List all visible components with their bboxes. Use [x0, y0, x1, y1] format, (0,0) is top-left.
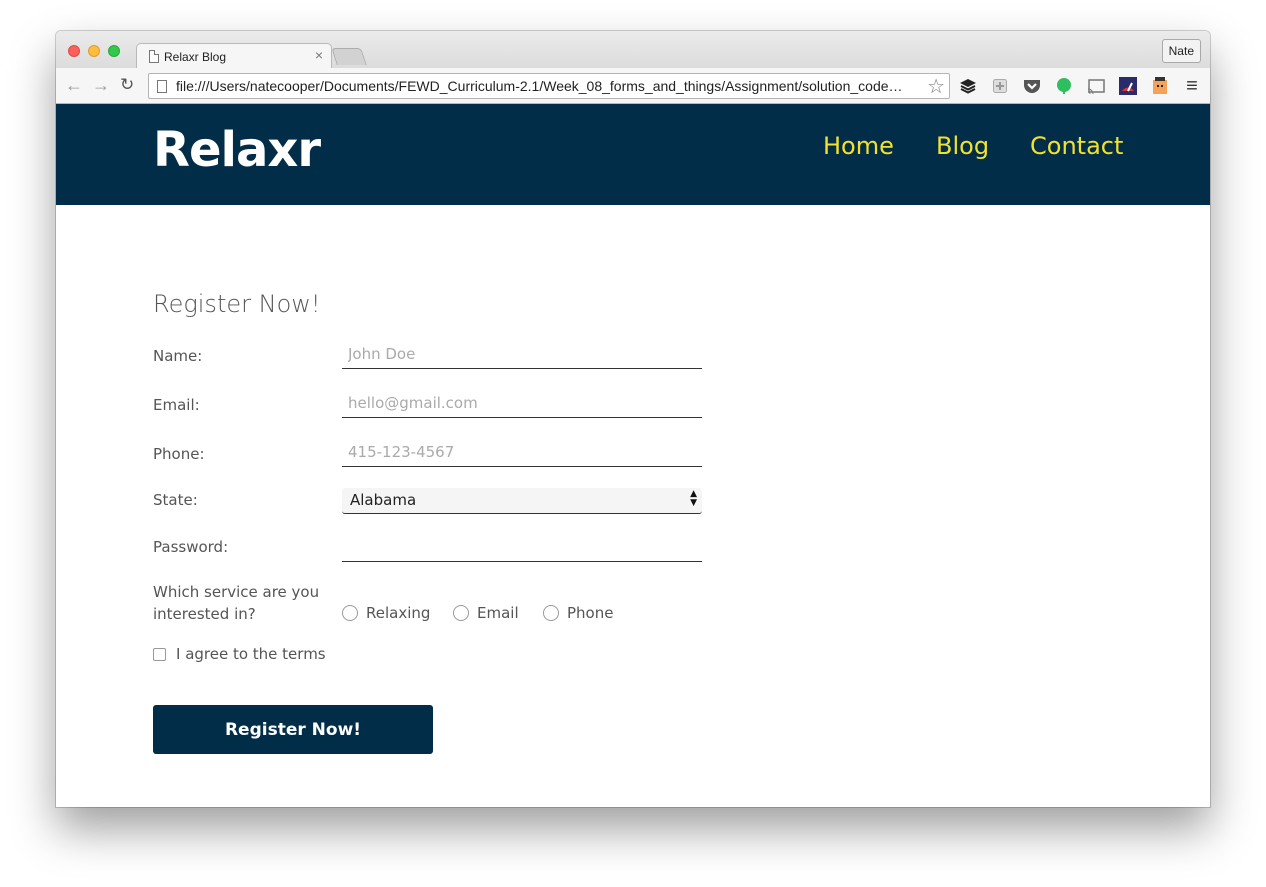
email-input[interactable] — [342, 388, 702, 418]
browser-toolbar: ← → ↻ file:///Users/natecooper/Documents… — [56, 68, 1210, 104]
phone-input[interactable] — [342, 437, 702, 467]
nav-contact-link[interactable]: Contact — [1030, 132, 1123, 160]
window-close-button[interactable] — [68, 45, 80, 57]
site-header: Relaxr Home Blog Contact — [56, 104, 1210, 205]
radio-phone-label: Phone — [567, 604, 614, 622]
tab-close-icon[interactable]: × — [315, 47, 323, 63]
tab-title: Relaxr Blog — [164, 50, 227, 64]
radio-relaxing[interactable]: Relaxing — [342, 604, 430, 622]
nav-home-link[interactable]: Home — [823, 132, 894, 160]
address-url[interactable]: file:///Users/natecooper/Documents/FEWD_… — [176, 78, 922, 94]
site-logo[interactable]: Relaxr — [153, 122, 321, 178]
radio-circle-icon[interactable] — [453, 605, 469, 621]
buffer-extension-icon[interactable] — [958, 76, 978, 96]
name-input[interactable] — [342, 339, 702, 369]
terms-checkbox[interactable] — [153, 647, 166, 661]
window-minimize-button[interactable] — [88, 45, 100, 57]
browser-titlebar: Relaxr Blog × Nate — [56, 31, 1210, 69]
web-page: Relaxr Home Blog Contact Register Now! N… — [56, 104, 1210, 807]
state-select[interactable]: Alabama ▲ ▼ — [342, 488, 702, 514]
window-maximize-button[interactable] — [108, 45, 120, 57]
browser-tab-active[interactable]: Relaxr Blog × — [136, 43, 332, 69]
email-label: Email: — [153, 396, 200, 414]
state-label: State: — [153, 491, 198, 509]
form-heading: Register Now! — [153, 290, 321, 318]
menu-icon[interactable]: ≡ — [1182, 75, 1202, 97]
bookmark-star-icon[interactable]: ☆ — [927, 74, 945, 99]
register-button[interactable]: Register Now! — [153, 705, 433, 754]
character-extension-icon[interactable] — [1150, 76, 1170, 96]
password-label: Password: — [153, 538, 229, 556]
radio-email-label: Email — [477, 604, 519, 622]
radio-email[interactable]: Email — [453, 604, 519, 622]
radio-relaxing-label: Relaxing — [366, 604, 431, 622]
radio-circle-icon[interactable] — [342, 605, 358, 621]
service-label-line1: Which service are you — [153, 583, 320, 601]
gauge-extension-icon[interactable] — [1118, 76, 1138, 96]
state-selected-value: Alabama — [350, 491, 417, 509]
service-label-line2: interested in? — [153, 605, 256, 623]
profile-button[interactable]: Nate — [1161, 39, 1201, 63]
phone-label: Phone: — [153, 445, 205, 463]
name-label: Name: — [153, 347, 203, 365]
pocket-icon[interactable] — [1022, 76, 1042, 96]
new-tab-button[interactable] — [331, 48, 367, 65]
evernote-icon[interactable] — [1054, 76, 1074, 96]
back-arrow-icon[interactable]: ← — [65, 75, 83, 95]
radio-circle-icon[interactable] — [543, 605, 559, 621]
reload-icon[interactable]: ↻ — [120, 75, 134, 95]
file-page-icon — [157, 80, 167, 93]
document-icon — [149, 50, 159, 63]
forward-arrow-icon[interactable]: → — [92, 75, 110, 95]
radio-phone[interactable]: Phone — [543, 604, 613, 622]
password-input[interactable] — [342, 532, 702, 562]
cast-icon[interactable] — [1086, 76, 1106, 96]
select-arrows-icon: ▲ ▼ — [690, 489, 697, 508]
browser-window: Relaxr Blog × Nate ← → ↻ file:///Users/n… — [56, 31, 1210, 807]
extension-plus-icon[interactable] — [990, 76, 1010, 96]
address-bar[interactable]: file:///Users/natecooper/Documents/FEWD_… — [148, 73, 950, 99]
terms-checkbox-row[interactable]: I agree to the terms — [153, 645, 326, 663]
terms-label: I agree to the terms — [176, 645, 326, 663]
nav-blog-link[interactable]: Blog — [936, 132, 989, 160]
